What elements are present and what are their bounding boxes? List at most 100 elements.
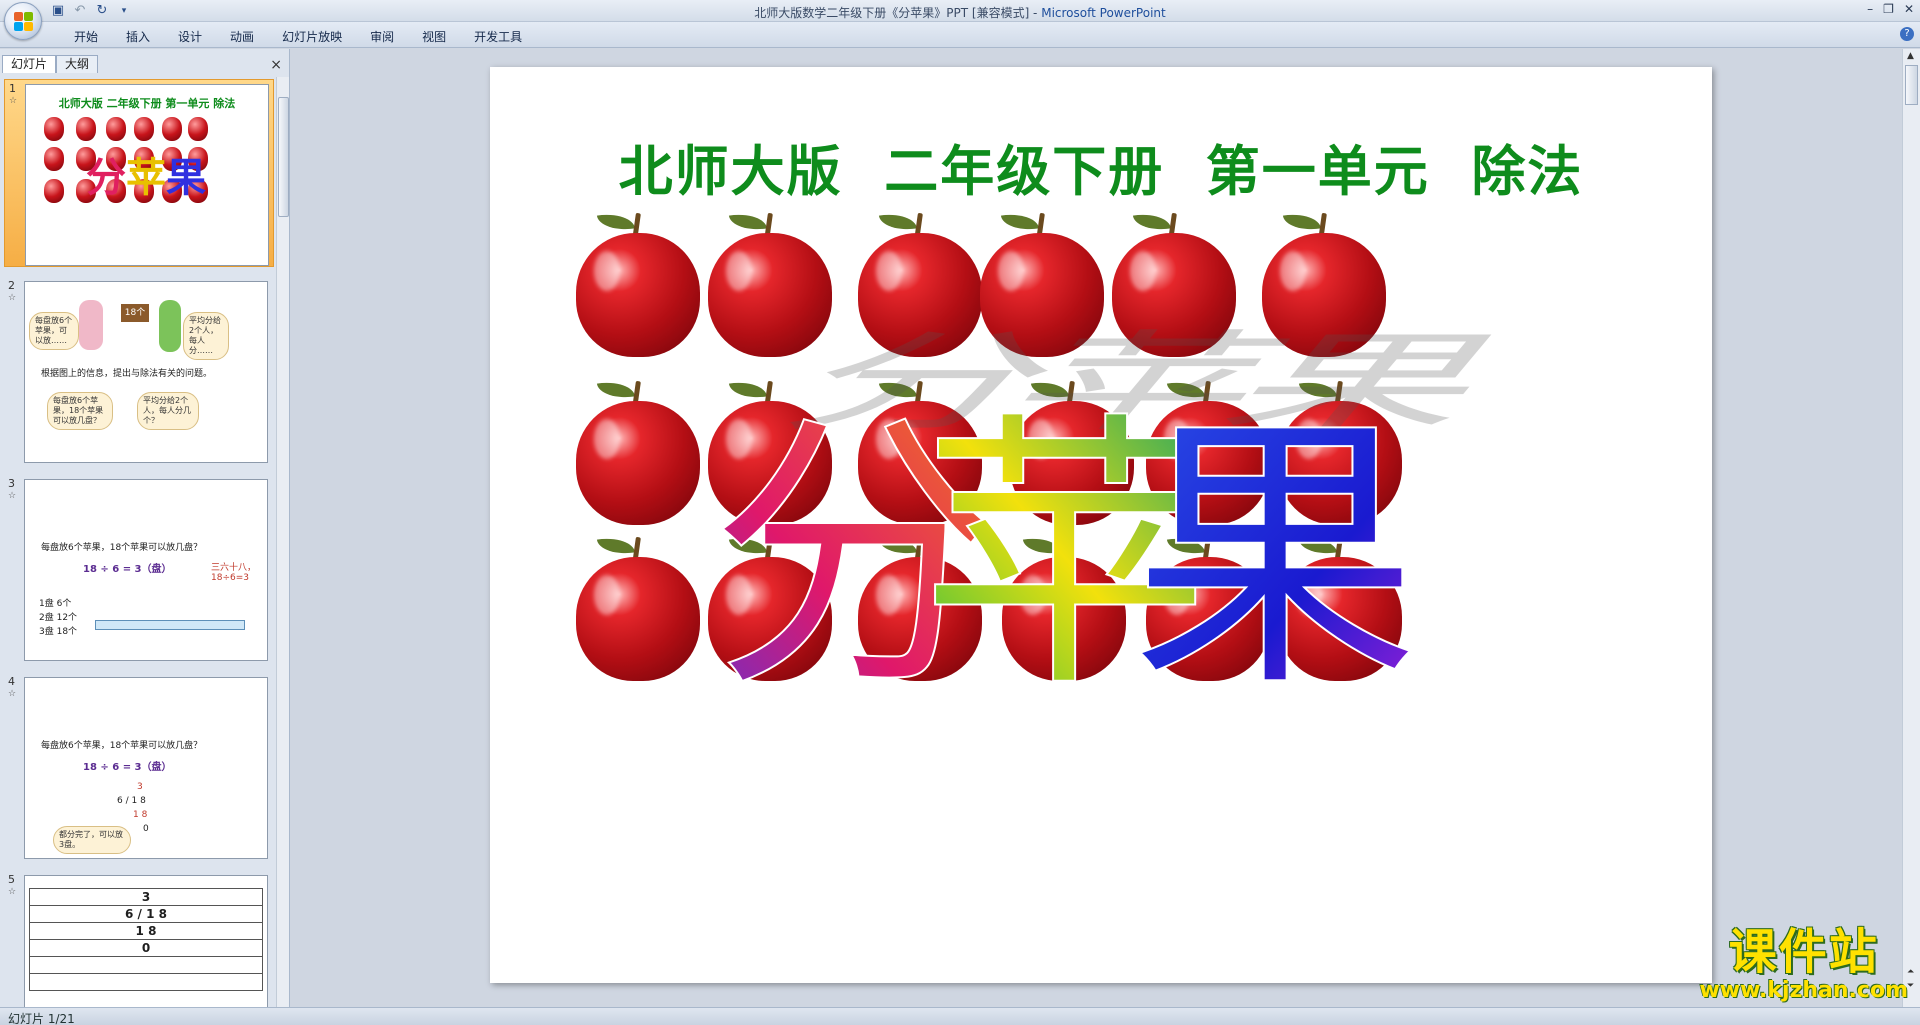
thumb-apple	[134, 117, 154, 141]
thumbnail-preview: 每盘放6个苹果，18个苹果可以放几盘？ 18 ÷ 6 = 3（盘） 三六十八，1…	[24, 479, 268, 661]
animation-star-icon: ☆	[8, 491, 17, 501]
thumb-long-division: 1 8	[133, 810, 148, 820]
tab-insert[interactable]: 插入	[112, 28, 164, 45]
thumb-equation: 18 ÷ 6 = 3（盘）	[83, 762, 172, 773]
ribbon-tabs: 开始 插入 设计 动画 幻灯片放映 审阅 视图 开发工具	[60, 28, 536, 45]
title-bar: ▣ ↶ ↻ ▾ 北师大版数学二年级下册《分苹果》PPT [兼容模式] - Mic…	[0, 0, 1920, 40]
thumb-division-table: 3 6 / 1 8 1 8 0	[29, 888, 263, 991]
thumb-hint: 三六十八，18÷6=3	[211, 563, 257, 583]
apple-image	[708, 207, 832, 357]
tab-developer[interactable]: 开发工具	[460, 28, 536, 45]
thumb-long-division: 0	[143, 824, 149, 834]
table-cell: 1 8	[29, 922, 263, 940]
app-name: Microsoft PowerPoint	[1041, 6, 1166, 20]
apple-image	[576, 531, 700, 681]
tab-review[interactable]: 审阅	[356, 28, 408, 45]
animation-star-icon: ☆	[8, 293, 17, 303]
apple-image	[1002, 531, 1126, 681]
office-logo-icon	[14, 12, 34, 32]
slide-number: 4	[8, 675, 15, 688]
thumb-art-char: 果	[166, 155, 206, 201]
thumb-title: 北师大版 二年级下册 第一单元 除法	[58, 97, 236, 110]
apple-image	[1112, 207, 1236, 357]
thumbnail-preview: 每盘放6个苹果，18个苹果可以放几盘？ 18 ÷ 6 = 3（盘） 3 6 / …	[24, 677, 268, 859]
tab-animations[interactable]: 动画	[216, 28, 268, 45]
minimize-icon[interactable]: –	[1867, 2, 1873, 16]
slide-number: 1	[9, 82, 16, 95]
tab-slides[interactable]: 幻灯片	[2, 55, 57, 73]
thumbnail-slide-5[interactable]: 5 ☆ 3 6 / 1 8 1 8 0	[4, 871, 274, 1007]
watermark-logo: 课件站 www.kjzhan.com	[1699, 926, 1908, 1003]
apple-image	[708, 531, 832, 681]
thumb-bubble: 都分完了，可以放3盘。	[53, 826, 131, 854]
thumb-long-division: 3	[137, 782, 143, 792]
thumb-question: 每盘放6个苹果，18个苹果可以放几盘？	[41, 543, 203, 553]
apple-image	[858, 207, 982, 357]
animation-star-icon: ☆	[9, 96, 18, 106]
current-slide[interactable]: 北师大版 二年级下册 第一单元 除法 分 苹 果 分 苹 果	[490, 67, 1712, 983]
next-slide-icon[interactable]: ⏷	[1907, 981, 1914, 991]
tab-design[interactable]: 设计	[164, 28, 216, 45]
thumbnail-slide-1[interactable]: 1 ☆ 北师大版 二年级下册 第一单元 除法 分苹果	[4, 79, 274, 267]
table-cell	[29, 956, 263, 974]
scrollbar-thumb[interactable]	[1905, 65, 1918, 105]
status-bar: 幻灯片 1/21	[0, 1007, 1920, 1025]
thumb-apple	[76, 117, 96, 141]
thumbnail-preview: 北师大版 二年级下册 第一单元 除法 分苹果	[25, 84, 269, 266]
thumbnail-slide-4[interactable]: 4 ☆ 每盘放6个苹果，18个苹果可以放几盘？ 18 ÷ 6 = 3（盘） 3 …	[4, 673, 274, 861]
tab-outline[interactable]: 大纲	[56, 55, 99, 73]
apple-image	[576, 207, 700, 357]
thumb-apple	[44, 117, 64, 141]
thumb-art-char: 分	[86, 155, 126, 201]
table-cell: 0	[29, 939, 263, 957]
thumbnail-slide-3[interactable]: 3 ☆ 每盘放6个苹果，18个苹果可以放几盘？ 18 ÷ 6 = 3（盘） 三六…	[4, 475, 274, 663]
thumb-row: 1盘 6个	[39, 599, 72, 609]
thumb-apple	[188, 117, 208, 141]
slide-indicator: 幻灯片 1/21	[8, 1012, 75, 1025]
apple-image	[1146, 531, 1270, 681]
thumb-apple	[106, 117, 126, 141]
previous-slide-icon[interactable]: ⏶	[1907, 967, 1914, 977]
thumbnail-preview: 18个 每盘放6个苹果，可以放…… 平均分给2个人，每人分…… 根据图上的信息，…	[24, 281, 268, 463]
restore-icon[interactable]: ❐	[1883, 2, 1894, 16]
tab-view[interactable]: 视图	[408, 28, 460, 45]
thumbnail-scrollbar[interactable]	[276, 77, 289, 1007]
slide-scrollbar[interactable]: ▲ ⏶ ⏷	[1902, 49, 1920, 1007]
tab-slideshow[interactable]: 幻灯片放映	[268, 28, 356, 45]
apple-image	[1278, 531, 1402, 681]
thumb-question: 根据图上的信息，提出与除法有关的问题。	[41, 369, 213, 379]
thumb-sign: 18个	[121, 304, 149, 322]
table-cell: 6 / 1 8	[29, 905, 263, 923]
scroll-up-icon[interactable]: ▲	[1907, 51, 1914, 61]
scrollbar-thumb[interactable]	[278, 97, 289, 217]
thumbnail-slide-2[interactable]: 2 ☆ 18个 每盘放6个苹果，可以放…… 平均分给2个人，每人分…… 根据图上…	[4, 277, 274, 465]
watermark-url: www.kjzhan.com	[1699, 978, 1908, 1003]
office-button[interactable]	[4, 2, 42, 40]
close-icon[interactable]: ✕	[1904, 2, 1914, 16]
slide-title[interactable]: 北师大版 二年级下册 第一单元 除法	[490, 127, 1712, 206]
table-cell: 3	[29, 888, 263, 906]
apple-image	[858, 531, 982, 681]
thumb-question: 每盘放6个苹果，18个苹果可以放几盘？	[41, 741, 203, 751]
window-title: 北师大版数学二年级下册《分苹果》PPT [兼容模式] - Microsoft P…	[0, 4, 1920, 21]
ribbon: 开始 插入 设计 动画 幻灯片放映 审阅 视图 开发工具 ?	[0, 22, 1920, 48]
animation-star-icon: ☆	[8, 689, 17, 699]
document-title: 北师大版数学二年级下册《分苹果》PPT [兼容模式] -	[754, 6, 1042, 20]
apple-image	[708, 375, 832, 525]
thumb-row: 3盘 18个	[39, 627, 78, 637]
thumb-art-char: 苹	[126, 155, 166, 201]
help-icon[interactable]: ?	[1900, 27, 1914, 41]
thumb-art-word: 分苹果	[86, 145, 206, 203]
panel-close-icon[interactable]: ×	[270, 57, 282, 73]
number-line	[95, 620, 245, 630]
thumbnail-list: 1 ☆ 北师大版 二年级下册 第一单元 除法 分苹果 2 ☆ 18个 每盘放6个…	[0, 77, 276, 1007]
tab-home[interactable]: 开始	[60, 28, 112, 45]
thumb-bubble: 平均分给2个人，每人分几个？	[137, 392, 199, 430]
thumb-apple	[44, 147, 64, 171]
panel-tabs: 幻灯片 大纲 ×	[0, 53, 290, 73]
apple-image	[858, 375, 982, 525]
window-controls: – ❐ ✕	[1867, 2, 1914, 16]
boy-figure-icon	[159, 300, 181, 352]
thumb-bubble: 每盘放6个苹果，可以放……	[29, 312, 79, 350]
animation-star-icon: ☆	[8, 887, 17, 897]
